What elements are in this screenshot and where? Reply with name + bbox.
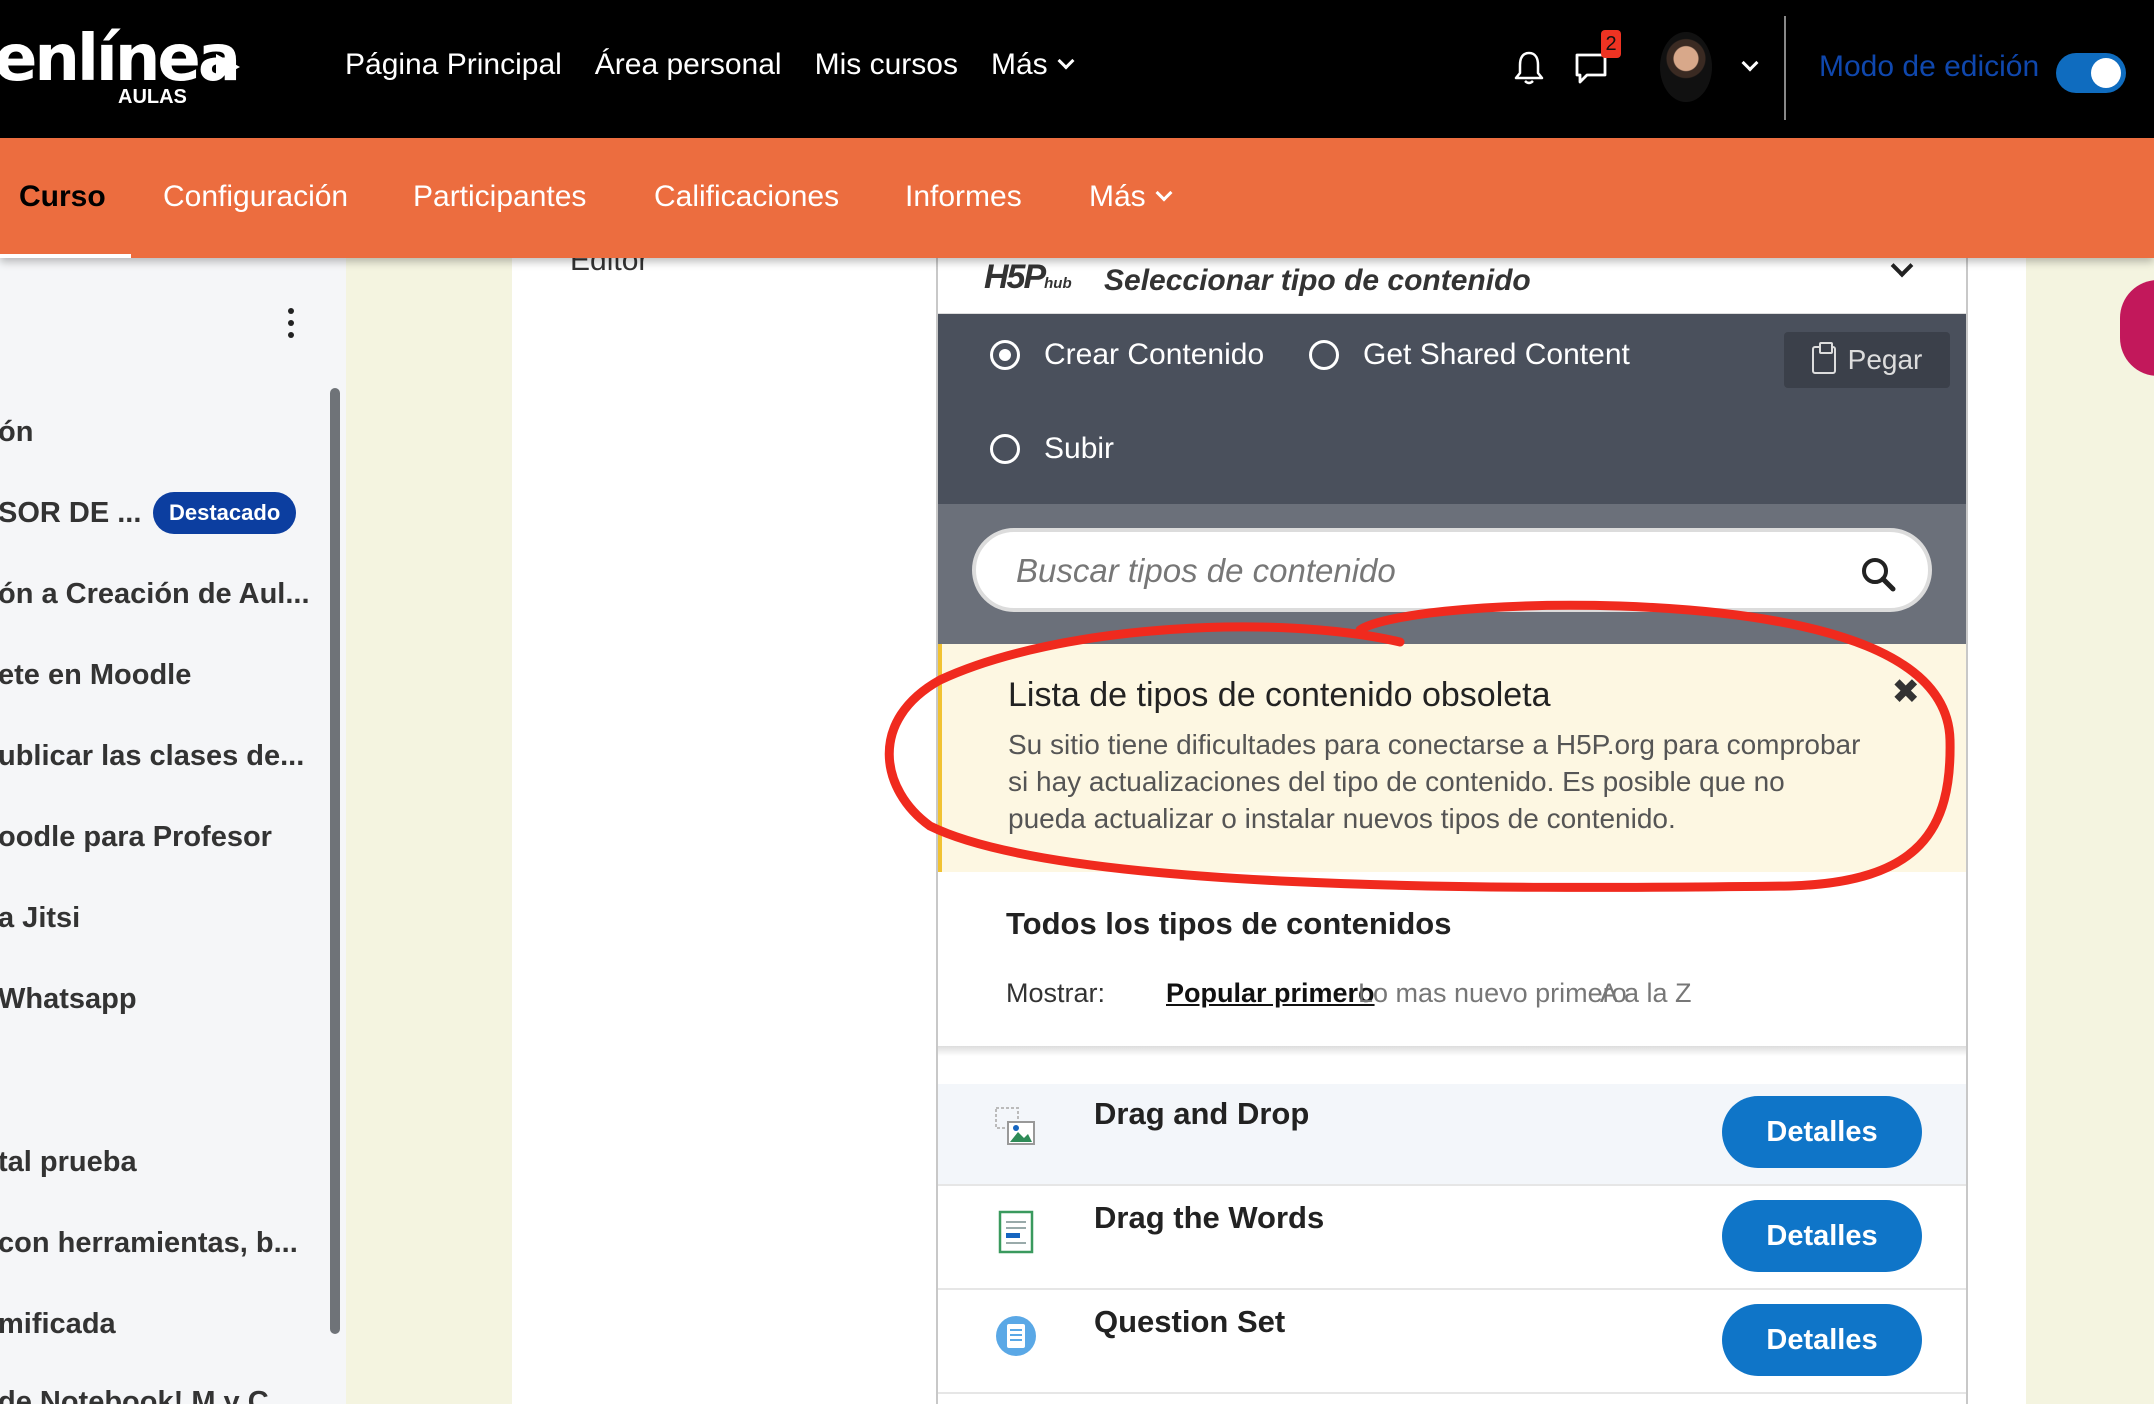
sort-newest[interactable]: Lo mas nuevo primero [1358, 978, 1627, 1009]
warning-title: Lista de tipos de contenido obsoleta [1008, 676, 1551, 714]
clipboard-icon [1811, 342, 1836, 374]
all-content-types-title: Todos los tipos de contenidos [1006, 906, 1452, 941]
drawer-link[interactable]: con herramientas, b... [0, 1227, 298, 1260]
nav-my-courses-label: Mis cursos [814, 48, 958, 81]
tab-get-shared-content[interactable]: Get Shared Content [1309, 338, 1630, 372]
nav-my-courses[interactable]: Mis cursos [815, 48, 958, 82]
h5p-logo-suffix: hub [1044, 275, 1072, 292]
nav-more[interactable]: Más [990, 48, 1075, 82]
site-logo[interactable]: enlínea AULAS [0, 14, 260, 114]
drawer-scrollbar[interactable] [330, 388, 340, 1334]
edit-mode-toggle[interactable] [2056, 53, 2126, 93]
drawer-link[interactable]: tal prueba [0, 1146, 137, 1179]
tab-get-shared-label: Get Shared Content [1363, 338, 1630, 371]
drag-words-icon [998, 1210, 1034, 1254]
paste-button[interactable]: Pegar [1784, 332, 1950, 388]
tab-upload-label: Subir [1044, 432, 1115, 465]
kebab-menu-icon[interactable] [288, 308, 296, 344]
top-navbar: enlínea AULAS Página Principal Área pers… [0, 0, 2154, 138]
h5p-hub-header[interactable]: H5Phub Seleccionar tipo de contenido [938, 254, 1966, 314]
list-item[interactable]: Drag the Words Detalles [938, 1188, 1966, 1290]
drawer-link[interactable]: Whatsapp [0, 983, 137, 1016]
tab-more[interactable]: Más [1089, 180, 1173, 214]
h5p-logo: H5Phub [984, 258, 1072, 297]
tab-create-content-label: Crear Contenido [1044, 338, 1265, 371]
search-field[interactable] [972, 528, 1932, 612]
tab-participants[interactable]: Participantes [413, 180, 586, 214]
close-icon[interactable]: ✖ [1892, 672, 1921, 712]
edit-mode-label: Modo de edición [1819, 50, 2040, 83]
list-divider [938, 1046, 1966, 1056]
tab-upload[interactable]: Subir [990, 432, 1114, 466]
drawer-link[interactable]: SOR DE ... [0, 497, 141, 530]
nav-home-label: Página Principal [345, 48, 562, 81]
warning-message: Su sitio tiene dificultades para conecta… [1008, 729, 1861, 834]
play-icon [216, 54, 240, 80]
drawer-link[interactable]: ón a Creación de Aul... [0, 578, 310, 611]
drawer-link[interactable]: a Jitsi [0, 902, 80, 935]
tab-settings[interactable]: Configuración [163, 180, 348, 214]
h5p-tabs: Crear Contenido Get Shared Content Subir… [938, 314, 1966, 504]
course-index-drawer: ón SOR DE ... Destacado ón a Creación de… [0, 258, 346, 1404]
tab-more-label: Más [1089, 180, 1146, 213]
navbar-divider [1784, 16, 1786, 120]
details-button[interactable]: Detalles [1722, 1096, 1922, 1168]
list-item[interactable]: Question Set Detalles [938, 1292, 1966, 1394]
details-button[interactable]: Detalles [1722, 1304, 1922, 1376]
chevron-down-icon [1741, 54, 1759, 72]
chevron-down-icon [1057, 52, 1075, 70]
sort-a-z[interactable]: A a la Z [1600, 978, 1692, 1009]
chevron-down-icon [1155, 184, 1173, 202]
radio-icon [1309, 340, 1339, 370]
h5p-hub-panel: H5Phub Seleccionar tipo de contenido Cre… [936, 254, 1968, 1404]
question-set-icon [996, 1316, 1036, 1356]
tab-reports[interactable]: Informes [905, 180, 1022, 214]
search-icon[interactable] [1858, 554, 1898, 594]
show-label: Mostrar: [1006, 978, 1106, 1008]
details-button[interactable]: Detalles [1722, 1200, 1922, 1272]
tab-course[interactable]: Curso [19, 180, 106, 214]
message-count-badge: 2 [1601, 30, 1621, 58]
search-bar-area [938, 504, 1966, 644]
radio-selected-icon [990, 340, 1020, 370]
sort-popular[interactable]: Popular primero [1166, 978, 1375, 1009]
avatar[interactable] [1660, 32, 1712, 102]
drawer-link[interactable]: ete en Moodle [0, 659, 191, 692]
user-menu-chevron[interactable] [1732, 54, 1759, 74]
select-content-type-label: Seleccionar tipo de contenido [1104, 264, 1531, 297]
nav-more-label: Más [990, 48, 1048, 81]
drawer-link[interactable]: de Notebook! M y C... [0, 1386, 293, 1404]
content-type-name: Drag the Words [1094, 1200, 1325, 1235]
drawer-link[interactable]: oodle para Profesor [0, 821, 272, 854]
nav-dashboard[interactable]: Área personal [595, 48, 782, 82]
side-panel-toggle[interactable] [2120, 280, 2154, 376]
outdated-warning: Lista de tipos de contenido obsoleta Su … [938, 644, 1966, 872]
course-nav: Curso Configuración Participantes Califi… [0, 138, 2154, 258]
nav-home[interactable]: Página Principal [345, 48, 562, 82]
active-tab-underline [0, 254, 131, 258]
primary-nav: Página Principal Área personal Mis curso… [345, 48, 1075, 82]
search-input[interactable] [1016, 548, 1836, 594]
drawer-link[interactable]: ublicar las clases de... [0, 740, 304, 773]
content-type-name: Question Set [1094, 1304, 1286, 1339]
paste-label: Pegar [1847, 344, 1923, 375]
bell-icon[interactable] [1513, 50, 1545, 86]
logo-wordmark: enlínea [0, 22, 241, 96]
h5p-logo-text: H5P [984, 258, 1046, 296]
drag-drop-icon [995, 1107, 1035, 1145]
chevron-down-icon [1890, 254, 1914, 278]
drawer-link[interactable]: ón [0, 416, 33, 449]
logo-sub: AULAS [118, 86, 187, 108]
list-item[interactable]: Drag and Drop Detalles [938, 1084, 1966, 1186]
featured-badge: Destacado [153, 492, 297, 534]
drawer-link[interactable]: mificada [0, 1308, 116, 1341]
radio-icon [990, 434, 1020, 464]
tab-grades[interactable]: Calificaciones [654, 180, 839, 214]
content-type-name: Drag and Drop [1094, 1096, 1310, 1131]
tab-create-content[interactable]: Crear Contenido [990, 338, 1264, 372]
nav-dashboard-label: Área personal [594, 48, 782, 81]
